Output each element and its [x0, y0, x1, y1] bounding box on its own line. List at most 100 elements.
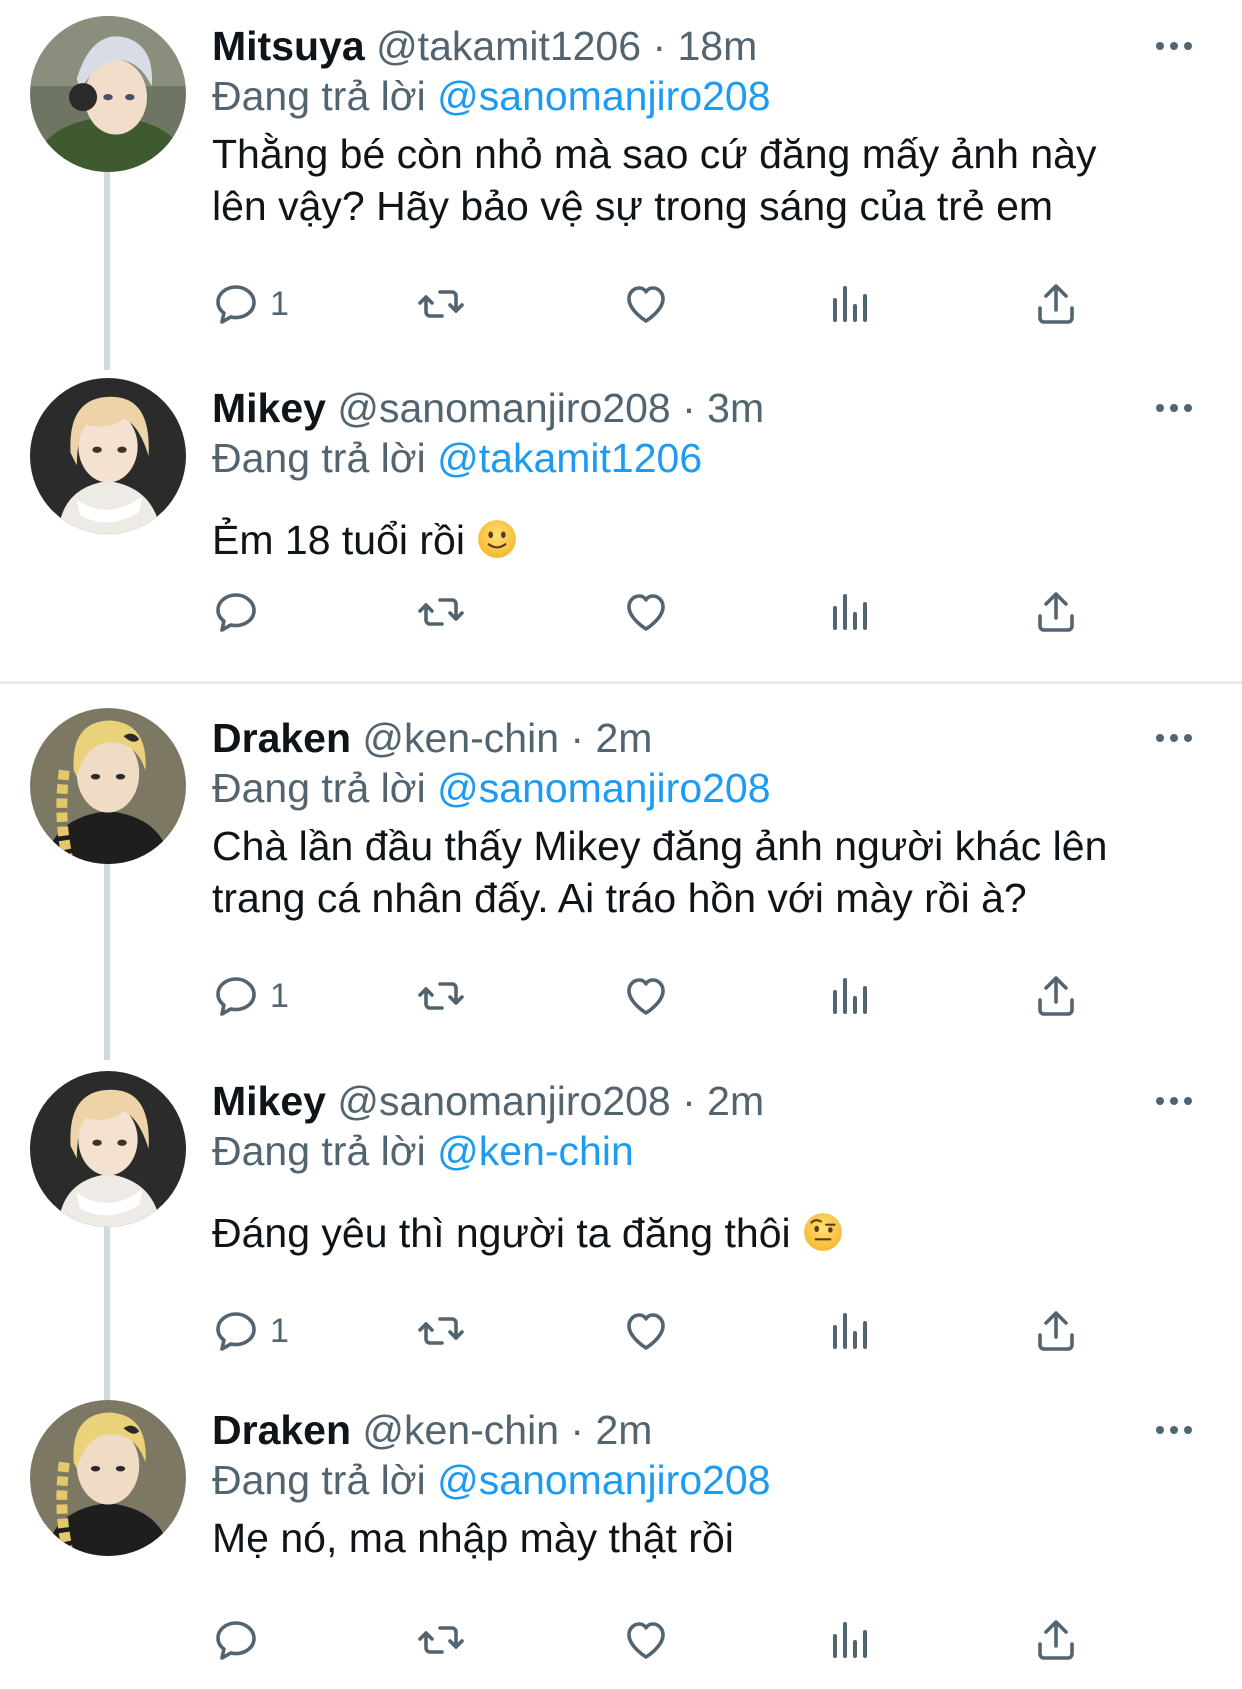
reply-icon [212, 1616, 260, 1664]
like-button[interactable] [622, 274, 670, 334]
tweet-text-line: lên vậy? Hãy bảo vệ sự trong sáng của tr… [212, 183, 1054, 229]
reply-button[interactable]: 1 [212, 966, 289, 1026]
tweet-time[interactable]: · 2m [570, 715, 652, 761]
replying-to-label: Đang trả lời [212, 435, 426, 481]
share-button[interactable] [1032, 274, 1080, 334]
tweet[interactable]: Mikey @sanomanjiro208 · 3m Đang trả lời … [0, 378, 1242, 668]
analytics-icon [827, 1616, 875, 1664]
user-handle[interactable]: @sanomanjiro208 [337, 385, 670, 431]
display-name[interactable]: Mitsuya [212, 23, 365, 69]
draken-avatar[interactable] [30, 708, 186, 864]
reply-icon [212, 1307, 260, 1355]
tweet-text-line: Chà lần đầu thấy Mikey đăng ảnh người kh… [212, 823, 1108, 869]
tweet-text: Mẹ nó, ma nhập mày thật rồi [212, 1512, 1192, 1564]
mention-link[interactable]: @sanomanjiro208 [437, 765, 770, 811]
tweet-actions: 1 [212, 1301, 1112, 1361]
replying-to: Đang trả lời @sanomanjiro208 [212, 758, 771, 818]
mikey-avatar[interactable] [30, 1071, 186, 1227]
user-handle[interactable]: @ken-chin [362, 1407, 559, 1453]
replying-to-label: Đang trả lời [212, 1128, 426, 1174]
display-name[interactable]: Draken [212, 715, 351, 761]
share-button[interactable] [1032, 582, 1080, 642]
mention-link[interactable]: @ken-chin [437, 1128, 634, 1174]
analytics-button[interactable] [827, 1610, 875, 1670]
tweet[interactable]: Draken @ken-chin · 2m Đang trả lời @sano… [0, 1400, 1242, 1680]
user-handle[interactable]: @sanomanjiro208 [337, 1078, 670, 1124]
user-handle[interactable]: @takamit1206 [376, 23, 641, 69]
reply-count: 1 [270, 284, 289, 323]
retweet-button[interactable] [417, 1610, 465, 1670]
tweet[interactable]: Draken @ken-chin · 2m Đang trả lời @sano… [0, 708, 1242, 1038]
reply-count: 1 [270, 976, 289, 1015]
like-button[interactable] [622, 966, 670, 1026]
share-icon [1032, 972, 1080, 1020]
share-icon [1032, 1616, 1080, 1664]
reply-button[interactable] [212, 582, 270, 642]
thread-divider [0, 681, 1242, 684]
retweet-button[interactable] [417, 1301, 465, 1361]
analytics-button[interactable] [827, 1301, 875, 1361]
tweet-time[interactable]: · 2m [682, 1078, 764, 1124]
retweet-icon [417, 1616, 465, 1664]
tweet[interactable]: Mitsuya @takamit1206 · 18m Đang trả lời … [0, 16, 1242, 356]
share-icon [1032, 1307, 1080, 1355]
replying-to-label: Đang trả lời [212, 73, 426, 119]
heart-icon [622, 1616, 670, 1664]
reply-icon [212, 280, 260, 328]
retweet-button[interactable] [417, 582, 465, 642]
mention-link[interactable]: @takamit1206 [437, 435, 702, 481]
more-options-icon[interactable] [1154, 378, 1194, 438]
display-name[interactable]: Draken [212, 1407, 351, 1453]
share-icon [1032, 588, 1080, 636]
share-button[interactable] [1032, 966, 1080, 1026]
face-with-raised-eyebrow-icon [804, 1213, 842, 1251]
analytics-icon [827, 1307, 875, 1355]
reply-icon [212, 588, 260, 636]
analytics-icon [827, 280, 875, 328]
retweet-icon [417, 972, 465, 1020]
like-button[interactable] [622, 1610, 670, 1670]
analytics-button[interactable] [827, 582, 875, 642]
tweet-text-line: trang cá nhân đấy. Ai tráo hồn với mày r… [212, 875, 1027, 921]
replying-to: Đang trả lời @sanomanjiro208 [212, 66, 771, 126]
tweet-actions: 1 [212, 274, 1112, 334]
analytics-button[interactable] [827, 274, 875, 334]
tweet-actions [212, 582, 1112, 642]
display-name[interactable]: Mikey [212, 1078, 326, 1124]
mitsuya-avatar[interactable] [30, 16, 186, 172]
mention-link[interactable]: @sanomanjiro208 [437, 1457, 770, 1503]
tweet-text: Thằng bé còn nhỏ mà sao cứ đăng mấy ảnh … [212, 128, 1192, 232]
more-options-icon[interactable] [1154, 1071, 1194, 1131]
more-options-icon[interactable] [1154, 1400, 1194, 1460]
tweet[interactable]: Mikey @sanomanjiro208 · 2m Đang trả lời … [0, 1071, 1242, 1371]
tweet-text-line: Thằng bé còn nhỏ mà sao cứ đăng mấy ảnh … [212, 131, 1097, 177]
retweet-button[interactable] [417, 274, 465, 334]
more-options-icon[interactable] [1154, 16, 1194, 76]
tweet-time[interactable]: · 18m [652, 23, 757, 69]
tweet-time[interactable]: · 2m [570, 1407, 652, 1453]
analytics-button[interactable] [827, 966, 875, 1026]
slightly-smiling-face-icon [478, 520, 517, 558]
retweet-icon [417, 280, 465, 328]
heart-icon [622, 972, 670, 1020]
share-button[interactable] [1032, 1301, 1080, 1361]
share-button[interactable] [1032, 1610, 1080, 1670]
user-handle[interactable]: @ken-chin [362, 715, 559, 761]
reply-button[interactable]: 1 [212, 1301, 289, 1361]
tweet-text-line: Đáng yêu thì người ta đăng thôi [212, 1210, 791, 1256]
mikey-avatar[interactable] [30, 378, 186, 534]
like-button[interactable] [622, 582, 670, 642]
reply-button[interactable] [212, 1610, 270, 1670]
tweet-text: Đáng yêu thì người ta đăng thôi [212, 1207, 1192, 1259]
display-name[interactable]: Mikey [212, 385, 326, 431]
reply-button[interactable]: 1 [212, 274, 289, 334]
replying-to: Đang trả lời @sanomanjiro208 [212, 1450, 771, 1510]
tweet-time[interactable]: · 3m [682, 385, 764, 431]
like-button[interactable] [622, 1301, 670, 1361]
mention-link[interactable]: @sanomanjiro208 [437, 73, 770, 119]
draken-avatar[interactable] [30, 1400, 186, 1556]
more-options-icon[interactable] [1154, 708, 1194, 768]
retweet-icon [417, 588, 465, 636]
replying-to-label: Đang trả lời [212, 765, 426, 811]
retweet-button[interactable] [417, 966, 465, 1026]
